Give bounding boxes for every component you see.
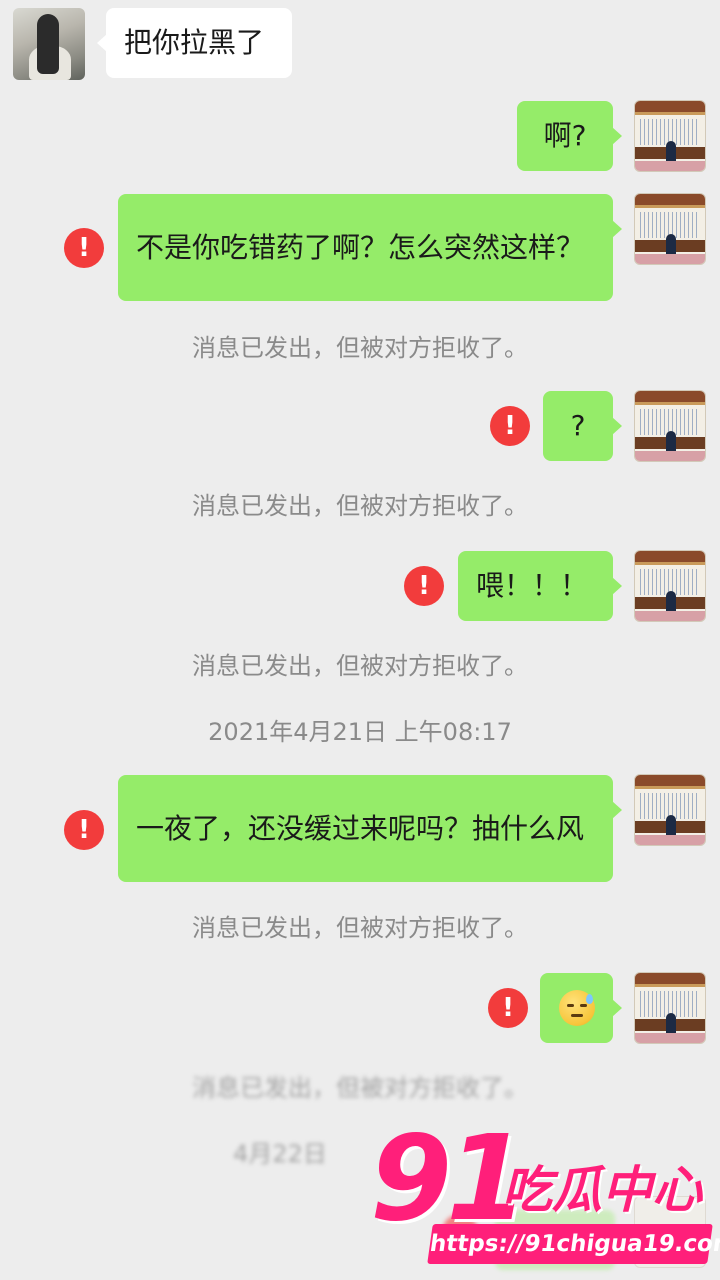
- message-text: 不是你吃错药了啊？怎么突然这样？: [136, 230, 585, 264]
- watermark-logo-number: 91: [370, 1109, 528, 1247]
- my-avatar[interactable]: [634, 550, 706, 622]
- watermark-url: https://91chigua19.com: [427, 1224, 720, 1264]
- sent-message-bubble[interactable]: 不是你吃错药了啊？怎么突然这样？: [118, 194, 622, 301]
- rejection-notice: 消息已发出，但被对方拒收了。: [192, 492, 528, 520]
- my-avatar[interactable]: [634, 390, 706, 462]
- rejection-notice: 消息已发出，但被对方拒收了。: [192, 1074, 528, 1102]
- sent-message-bubble[interactable]: 一夜了，还没缓过来呢吗？抽什么风: [118, 775, 622, 882]
- received-message-bubble[interactable]: 把你拉黑了: [97, 8, 292, 78]
- avatar-photo-figure: [37, 14, 59, 74]
- rejection-notice: 消息已发出，但被对方拒收了。: [192, 914, 528, 942]
- rejection-notice: 消息已发出，但被对方拒收了。: [192, 334, 528, 362]
- sent-message-bubble[interactable]: 啊?: [517, 101, 622, 171]
- send-failed-icon[interactable]: !: [64, 810, 104, 850]
- message-text: 把你拉黑了: [124, 26, 265, 59]
- my-avatar[interactable]: [634, 774, 706, 846]
- my-avatar[interactable]: [634, 100, 706, 172]
- send-failed-icon[interactable]: !: [490, 406, 530, 446]
- send-failed-icon[interactable]: !: [64, 228, 104, 268]
- rejection-notice: 消息已发出，但被对方拒收了。: [192, 652, 528, 680]
- send-failed-icon[interactable]: !: [404, 566, 444, 606]
- my-avatar[interactable]: [634, 972, 706, 1044]
- message-text: 喂！！！: [476, 569, 589, 602]
- sent-message-bubble[interactable]: 喂！！！: [458, 551, 622, 621]
- send-failed-icon[interactable]: !: [488, 988, 528, 1028]
- sent-message-bubble[interactable]: ?: [543, 391, 622, 461]
- message-text: 啊?: [543, 119, 587, 152]
- sent-message-bubble[interactable]: [540, 973, 622, 1043]
- my-avatar[interactable]: [634, 193, 706, 265]
- message-text: ?: [570, 409, 586, 442]
- sweat-smile-emoji-icon: [558, 990, 595, 1026]
- message-text: 一夜了，还没缓过来呢吗？抽什么风: [136, 811, 585, 845]
- chat-timestamp: 2021年4月21日 上午08:17: [208, 718, 512, 746]
- contact-avatar[interactable]: [13, 8, 85, 80]
- watermark-logo-title: 吃瓜中心: [502, 1161, 702, 1219]
